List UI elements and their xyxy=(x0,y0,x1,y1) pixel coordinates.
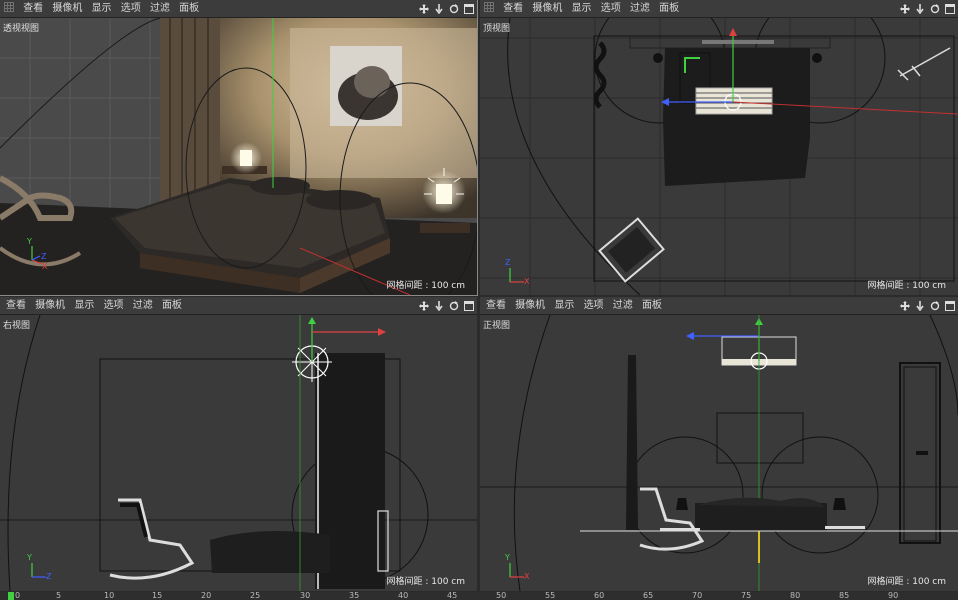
axis-label-z: Z xyxy=(505,258,511,267)
rotate-view-icon[interactable] xyxy=(448,0,460,17)
viewport-title: 右视图 xyxy=(3,321,31,331)
maximize-view-icon[interactable] xyxy=(944,297,956,314)
timeline-tick: 0 xyxy=(15,591,21,600)
menu-camera[interactable]: 摄像机 xyxy=(52,0,88,17)
axis-label-y: Y xyxy=(505,553,510,562)
rotate-view-icon[interactable] xyxy=(929,297,941,314)
timeline-tick: 40 xyxy=(398,591,409,600)
timeline-tick: 55 xyxy=(545,591,556,600)
timeline-tick: 30 xyxy=(300,591,311,600)
viewport-right[interactable]: 查看 摄像机 显示 选项 过滤 面板 Y Z 右视图 网格间距: 100 cm xyxy=(0,297,477,591)
menu-filter[interactable]: 过滤 xyxy=(150,0,176,17)
timeline-tick: 35 xyxy=(349,591,360,600)
menu-filter[interactable]: 过滤 xyxy=(613,297,639,314)
menu-filter[interactable]: 过滤 xyxy=(630,0,656,17)
axis-label-z: Z xyxy=(41,252,47,261)
playhead-marker[interactable] xyxy=(8,592,14,600)
axis-label-x: X xyxy=(42,262,48,271)
viewport-canvas[interactable]: Y Z xyxy=(0,315,477,591)
menu-camera[interactable]: 摄像机 xyxy=(532,0,568,17)
timeline-tick: 80 xyxy=(790,591,801,600)
maximize-view-icon[interactable] xyxy=(463,297,475,314)
viewport-toolbar: 查看 摄像机 显示 选项 过滤 面板 xyxy=(480,297,958,315)
menu-view[interactable]: 查看 xyxy=(23,0,49,17)
viewport-canvas[interactable]: Y X Z xyxy=(0,18,477,295)
viewport-title: 透视视图 xyxy=(3,24,40,34)
menu-options[interactable]: 选项 xyxy=(104,297,130,314)
menu-camera[interactable]: 摄像机 xyxy=(35,297,71,314)
viewport-top[interactable]: 查看 摄像机 显示 选项 过滤 面板 Z X 顶视图 网格间距: 100 cm xyxy=(480,0,958,295)
menu-display[interactable]: 显示 xyxy=(92,0,118,17)
menu-panel[interactable]: 面板 xyxy=(162,297,188,314)
viewport-title: 顶视图 xyxy=(483,24,511,34)
timeline-tick: 25 xyxy=(250,591,261,600)
grid-spacing-label: 网格间距 : 100 cm xyxy=(386,577,465,587)
timeline-tick: 90 xyxy=(888,591,899,600)
menu-panel[interactable]: 面板 xyxy=(179,0,205,17)
viewport-toolbar: 查看 摄像机 显示 选项 过滤 面板 xyxy=(0,0,477,18)
menu-filter[interactable]: 过滤 xyxy=(133,297,159,314)
timeline-tick: 75 xyxy=(741,591,752,600)
timeline-tick: 15 xyxy=(152,591,163,600)
move-view-icon[interactable] xyxy=(899,0,911,17)
grid-spacing-label: 网格间距 : 100 cm xyxy=(386,281,465,291)
axis-label-y: Y xyxy=(27,237,32,246)
maximize-view-icon[interactable] xyxy=(944,0,956,17)
menu-options[interactable]: 选项 xyxy=(584,297,610,314)
timeline-tick: 65 xyxy=(643,591,654,600)
grid-spacing-label: 网格间距 : 100 cm xyxy=(867,281,946,291)
timeline-tick: 45 xyxy=(447,591,458,600)
move-view-icon[interactable] xyxy=(418,0,430,17)
menu-display[interactable]: 显示 xyxy=(572,0,598,17)
menu-view[interactable]: 查看 xyxy=(486,297,512,314)
rotate-view-icon[interactable] xyxy=(929,0,941,17)
viewport-toolbar: 查看 摄像机 显示 选项 过滤 面板 xyxy=(480,0,958,18)
menu-display[interactable]: 显示 xyxy=(554,297,580,314)
timeline-tick: 70 xyxy=(692,591,703,600)
viewport-canvas[interactable]: Y X xyxy=(480,315,958,591)
menu-panel[interactable]: 面板 xyxy=(659,0,685,17)
panel-grip-icon[interactable] xyxy=(484,2,494,12)
axis-label-z: Z xyxy=(46,572,52,581)
zoom-view-icon[interactable] xyxy=(914,297,926,314)
menu-options[interactable]: 选项 xyxy=(601,0,627,17)
zoom-view-icon[interactable] xyxy=(433,0,445,17)
timeline-tick: 20 xyxy=(201,591,212,600)
timeline-tick: 60 xyxy=(594,591,605,600)
viewport-title: 正视图 xyxy=(483,321,511,331)
grid-spacing-label: 网格间距 : 100 cm xyxy=(867,577,946,587)
panel-grip-icon[interactable] xyxy=(4,2,14,12)
timeline-tick: 10 xyxy=(104,591,115,600)
menu-view[interactable]: 查看 xyxy=(6,297,32,314)
timeline-tick: 5 xyxy=(56,591,62,600)
axis-label-y: Y xyxy=(27,553,32,562)
maximize-view-icon[interactable] xyxy=(463,0,475,17)
menu-view[interactable]: 查看 xyxy=(503,0,529,17)
axis-label-x: X xyxy=(524,277,530,286)
zoom-view-icon[interactable] xyxy=(914,0,926,17)
menu-display[interactable]: 显示 xyxy=(74,297,100,314)
timeline-tick: 50 xyxy=(496,591,507,600)
menu-panel[interactable]: 面板 xyxy=(642,297,668,314)
move-view-icon[interactable] xyxy=(899,297,911,314)
viewport-toolbar: 查看 摄像机 显示 选项 过滤 面板 xyxy=(0,297,477,315)
timeline-tick: 85 xyxy=(839,591,850,600)
rotate-view-icon[interactable] xyxy=(448,297,460,314)
viewport-perspective[interactable]: 查看 摄像机 显示 选项 过滤 面板 Y X Z 透视视图 网格间距: 100… xyxy=(0,0,478,296)
zoom-view-icon[interactable] xyxy=(433,297,445,314)
viewport-front[interactable]: 查看 摄像机 显示 选项 过滤 面板 Y X 正视图 网格间距: 100 cm xyxy=(480,297,958,591)
menu-options[interactable]: 选项 xyxy=(121,0,147,17)
viewport-canvas[interactable]: Z X xyxy=(480,18,958,295)
axis-label-x: X xyxy=(524,572,530,581)
move-view-icon[interactable] xyxy=(418,297,430,314)
menu-camera[interactable]: 摄像机 xyxy=(515,297,551,314)
timeline-ruler[interactable]: 0 5 10 15 20 25 30 35 40 45 50 55 60 65 … xyxy=(0,591,958,600)
